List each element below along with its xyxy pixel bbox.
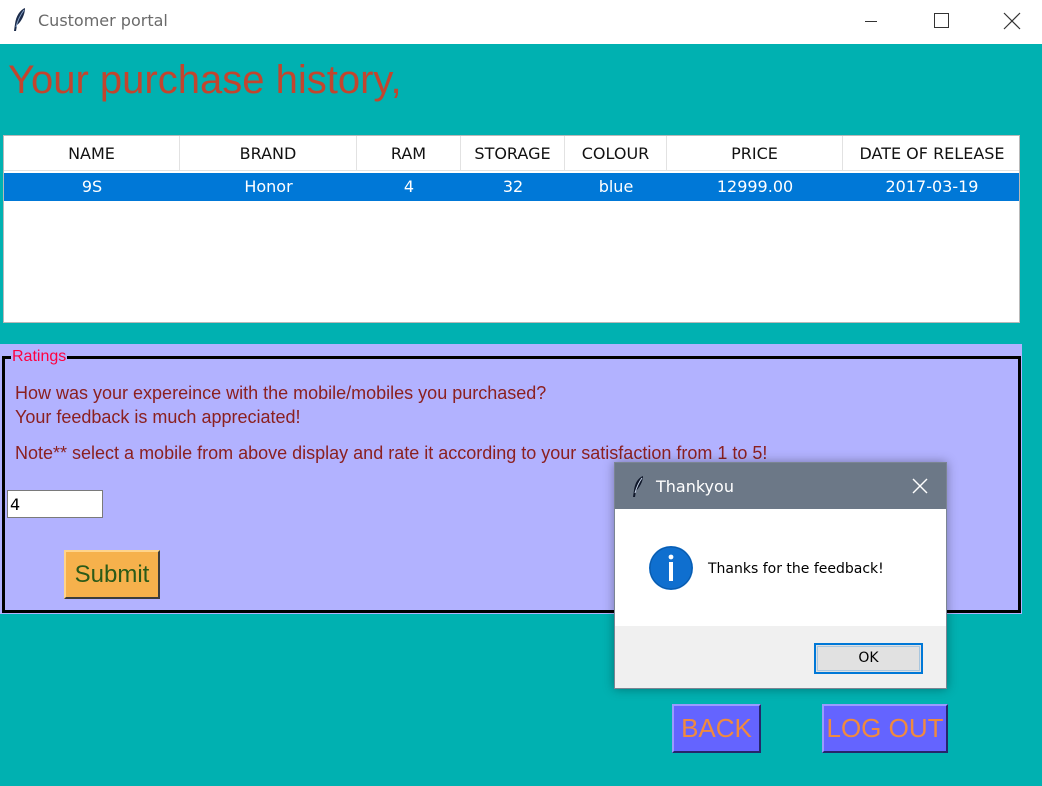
dialog-close-button[interactable] [907,473,933,499]
close-icon [912,478,928,494]
window-titlebar: Customer portal [0,0,1042,44]
close-icon [1003,12,1021,30]
column-header-brand[interactable]: BRAND [180,136,357,171]
submit-button[interactable]: Submit [64,550,160,599]
page-heading: Your purchase history, [8,58,402,102]
cell-ram: 4 [403,177,415,196]
cell-brand: Honor [244,177,293,196]
ratings-question-line1: How was your expereince with the mobile/… [15,383,547,403]
column-header-ram[interactable]: RAM [357,136,461,171]
ok-button[interactable]: OK [814,643,923,674]
feather-icon [12,7,28,33]
cell-colour: blue [598,177,634,196]
minimize-button[interactable] [848,0,894,44]
table-header: NAME BRAND RAM STORAGE COLOUR PRICE DATE… [4,136,1019,171]
purchase-history-table[interactable]: NAME BRAND RAM STORAGE COLOUR PRICE DATE… [3,135,1020,323]
maximize-icon [934,13,949,28]
dialog-message: Thanks for the feedback! [708,561,884,577]
column-header-colour[interactable]: COLOUR [565,136,667,171]
ratings-legend: Ratings [11,347,68,367]
ratings-note: Note** select a mobile from above displa… [15,443,768,463]
back-button[interactable]: BACK [672,704,761,753]
feather-icon [631,475,645,499]
maximize-button[interactable] [918,0,964,44]
column-header-storage[interactable]: STORAGE [461,136,565,171]
close-button[interactable] [988,0,1034,44]
cell-price: 12999.00 [716,177,794,196]
cell-name: 9S [81,177,103,196]
minimize-icon [865,21,877,22]
logout-button[interactable]: LOG OUT [822,704,948,753]
dialog-title: Thankyou [656,477,734,496]
cell-storage: 32 [502,177,524,196]
column-header-price[interactable]: PRICE [667,136,843,171]
column-header-date-of-release[interactable]: DATE OF RELEASE [843,136,1019,171]
ratings-question-line2: Your feedback is much appreciated! [15,407,301,427]
thankyou-dialog: Thankyou Thanks for the feedback! OK [614,462,947,689]
cell-date-of-release: 2017-03-19 [885,177,979,196]
info-icon [647,544,695,592]
dialog-footer: OK [615,626,946,688]
table-row[interactable]: 9S Honor 4 32 blue 12999.00 2017-03-19 [4,173,1019,201]
window-title: Customer portal [38,11,168,30]
rating-input[interactable] [7,490,103,518]
column-header-name[interactable]: NAME [4,136,180,171]
dialog-titlebar: Thankyou [615,463,946,509]
